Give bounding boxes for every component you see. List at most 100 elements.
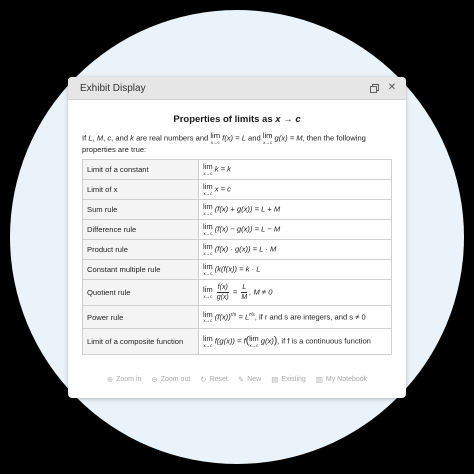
property-name: Quotient rule — [82, 279, 199, 307]
exhibit-content: Properties of limits as x → c If L, M, c… — [68, 100, 406, 356]
lim-subscript: x→c — [203, 170, 213, 176]
limit-notation: lim x→c — [203, 335, 213, 348]
exhibit-toolbar: ⊕ Zoom in ⊖ Zoom out ↻ Reset ✎ New ▤ Existing… — [68, 372, 406, 386]
reset-button[interactable]: ↻ Reset — [200, 375, 228, 384]
new-label: New — [247, 375, 262, 383]
lim-word: lim — [203, 262, 213, 272]
intro-expr: f(x) = L — [222, 133, 246, 143]
property-formula: lim x→c (f(x) + g(x)) = L + M — [198, 199, 392, 221]
property-name: Product rule — [82, 239, 199, 261]
property-name: Difference rule — [82, 219, 199, 241]
reset-label: Reset — [209, 375, 228, 383]
limits-table: Limit of a constant lim x→c k = k Limit of… — [82, 159, 392, 356]
lim-subscript: x→c — [203, 190, 213, 196]
new-icon: ✎ — [237, 374, 245, 384]
fraction-denominator: M — [241, 294, 248, 302]
lim-word: lim — [203, 334, 213, 344]
lim-subscript: x→c — [210, 139, 220, 145]
table-row: Limit of a constant lim x→c k = k — [82, 159, 392, 181]
table-row: Limit of x lim x→c x = c — [82, 179, 392, 201]
lim-word: lim — [203, 309, 213, 319]
table-row: Power rule lim x→c (f(x))r/s = Lr/s, if r … — [82, 305, 392, 330]
property-name: Limit of x — [82, 179, 199, 201]
fraction-denominator: g(x) — [216, 294, 229, 302]
lim-subscript: x→c — [203, 318, 213, 324]
lim-subscript: x→c — [203, 210, 213, 216]
lim-word: lim — [203, 162, 213, 172]
property-formula: lim x→c (f(x) · g(x)) = L · M — [198, 239, 392, 261]
formula-expr: x = c — [214, 184, 231, 194]
zoom-out-button[interactable]: ⊖ Zoom out — [151, 375, 190, 384]
fraction-numerator: L — [241, 284, 248, 294]
intro-part: , and — [111, 133, 131, 143]
zoom-in-icon: ⊕ — [106, 374, 114, 384]
property-formula: lim x→c f(g(x)) = f(lim x→c g(x)), if f is a… — [198, 328, 392, 356]
zoom-out-icon: ⊖ — [151, 374, 158, 384]
lim-word: lim — [262, 131, 273, 140]
property-name: Constant multiple rule — [82, 259, 199, 281]
limit-notation: lim x→c — [263, 132, 273, 145]
existing-button[interactable]: ▤ Existing — [271, 375, 306, 384]
property-formula: lim x→c x = c — [198, 179, 392, 201]
existing-icon: ▤ — [271, 374, 279, 384]
table-row: Constant multiple rule lim x→c (k(f(x)) = … — [82, 259, 392, 281]
limit-notation: lim x→c — [203, 163, 213, 176]
fraction: f(x) g(x) — [216, 284, 230, 301]
table-row: Product rule lim x→c (f(x) · g(x)) = L · M — [82, 239, 392, 261]
limit-notation: lim x→c — [203, 309, 213, 324]
zoom-out-label: Zoom out — [160, 375, 191, 383]
formula-expr: (f(x) − g(x)) = L − M — [214, 224, 281, 234]
lim-subscript: x→c — [203, 250, 213, 256]
formula-inner: g(x) — [260, 336, 274, 346]
page-title: Properties of limits as x → c — [82, 114, 392, 125]
lim-word: lim — [203, 242, 213, 252]
limit-notation: lim x→c — [203, 263, 213, 276]
lim-subscript: x→c — [203, 342, 213, 348]
table-row: Quotient rule lim x→c f(x) g(x) = LM, M ≠ 0 — [82, 279, 392, 307]
property-formula: lim x→c k = k — [198, 159, 392, 181]
formula-tail: , if r and s are integers, and s ≠ 0 — [254, 312, 366, 322]
property-formula: lim x→c f(x) g(x) = LM, M ≠ 0 — [198, 279, 392, 307]
new-button[interactable]: ✎ New — [238, 375, 261, 384]
property-formula: lim x→c (f(x))r/s = Lr/s, if r and s are i… — [198, 305, 392, 330]
formula-tail: , if f is a continuous function — [277, 336, 371, 346]
formula-expr: f(g(x)) = f — [214, 336, 246, 346]
property-name: Limit of a constant — [82, 159, 199, 181]
limit-notation: lim x→c — [203, 223, 213, 236]
title-bar: Exhibit Display ✕ — [68, 77, 406, 100]
limit-notation: lim x→c — [203, 243, 213, 256]
property-formula: lim x→c (f(x) − g(x)) = L − M — [198, 219, 392, 241]
lim-word: lim — [249, 334, 259, 344]
heading-arrow: → — [280, 114, 296, 125]
window-title: Exhibit Display — [80, 82, 146, 94]
formula-tail: , M ≠ 0 — [249, 287, 273, 297]
limit-notation: lim x→c — [203, 203, 213, 216]
lim-word: lim — [203, 182, 213, 192]
formula-base: (f(x)) — [214, 312, 231, 322]
notebook-icon: ▥ — [315, 374, 323, 384]
my-notebook-button[interactable]: ▥ My Notebook — [316, 375, 367, 384]
close-icon[interactable]: ✕ — [386, 82, 398, 94]
property-name: Sum rule — [82, 199, 199, 221]
heading-target: c — [295, 114, 301, 125]
restore-window-icon[interactable] — [368, 82, 380, 94]
formula-expr: (f(x) · g(x)) = L · M — [214, 244, 277, 254]
limit-notation: lim x→c — [203, 183, 213, 196]
property-name: Limit of a composite function — [82, 328, 199, 356]
lim-word: lim — [203, 285, 213, 295]
formula-equals: = — [230, 287, 240, 297]
existing-label: Existing — [281, 375, 306, 383]
exhibit-display-window: Exhibit Display ✕ Properties of limits a… — [68, 77, 406, 398]
limit-notation: lim x→c — [210, 132, 220, 145]
limit-notation: lim x→c — [203, 286, 213, 299]
intro-expr: g(x) = M — [274, 133, 303, 143]
lim-subscript: x→c — [203, 293, 213, 299]
table-row: Difference rule lim x→c (f(x) − g(x)) = L … — [82, 219, 392, 241]
my-notebook-label: My Notebook — [325, 375, 368, 383]
formula-expr: k = k — [214, 164, 231, 174]
zoom-in-button[interactable]: ⊕ Zoom in — [107, 375, 142, 384]
table-row: Limit of a composite function lim x→c f(g(… — [82, 328, 392, 356]
lim-subscript: x→c — [203, 230, 213, 236]
heading-prefix: Properties of limits as — [173, 114, 276, 125]
formula-expr: (f(x) + g(x)) = L + M — [214, 204, 281, 214]
